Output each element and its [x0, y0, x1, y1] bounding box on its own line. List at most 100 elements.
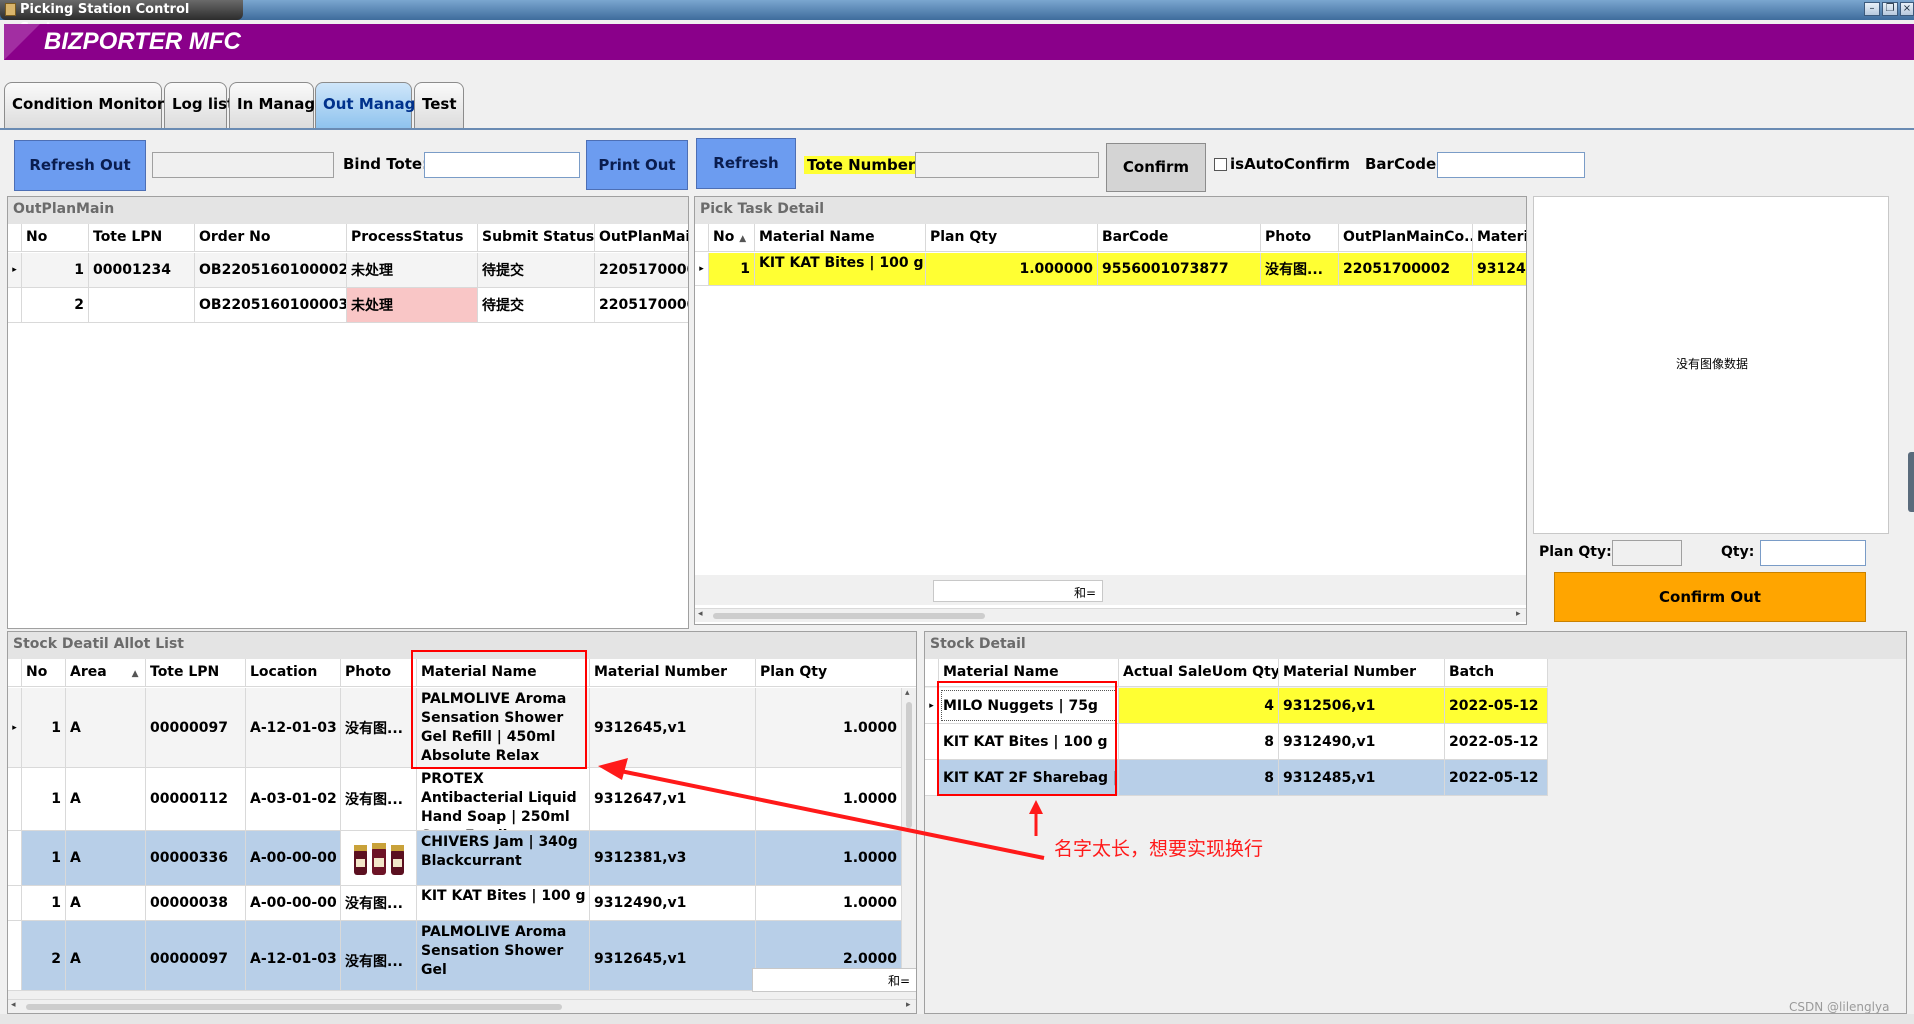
cell-process-status: 未处理	[347, 253, 478, 287]
scroll-right-icon[interactable]: ▸	[906, 1000, 911, 1010]
tab-out-manage[interactable]: Out Manage	[315, 82, 426, 128]
col-area-label: Area	[70, 664, 107, 680]
cell-batch: 2022-05-12	[1445, 724, 1548, 759]
qty-label: Qty:	[1721, 544, 1755, 560]
tab-condition-monitoring[interactable]: Condition Monitorin	[4, 82, 180, 128]
tote-number-label: Tote Number:	[804, 156, 925, 174]
tab-in-manage[interactable]: In Manage	[229, 82, 325, 128]
barcode-input[interactable]	[1437, 152, 1585, 178]
col-plan-qty[interactable]: Plan Qty	[756, 659, 916, 687]
col-material-number[interactable]: Materia	[1473, 224, 1526, 252]
vertical-scrollbar[interactable]: ▴ ▾	[902, 688, 916, 993]
restore-icon[interactable]: ❐	[1882, 2, 1898, 16]
col-no[interactable]: No ▲	[709, 224, 755, 252]
tab-test[interactable]: Test	[414, 82, 464, 128]
scrollbar-thumb[interactable]	[26, 1004, 562, 1010]
col-material-number[interactable]: Material Number	[1279, 659, 1445, 687]
col-material-number[interactable]: Material Number	[590, 659, 756, 687]
annotation-text: 名字太长，想要实现换行	[1054, 838, 1264, 860]
col-photo[interactable]: Photo	[1261, 224, 1339, 252]
col-photo[interactable]: Photo	[341, 659, 417, 687]
col-outplanmain-code[interactable]: OutPlanMainC	[595, 224, 688, 252]
cell-outplanmain-code: 22051700003	[595, 288, 688, 322]
auto-confirm-checkbox[interactable]	[1214, 158, 1227, 171]
scrollbar-thumb[interactable]	[713, 613, 985, 619]
scroll-left-icon[interactable]: ◂	[11, 1000, 16, 1010]
sum-field: 和=	[752, 968, 916, 992]
no-image-text: 没有图像数据	[1675, 357, 1748, 371]
col-barcode[interactable]: BarCode	[1098, 224, 1261, 252]
confirm-pass-button[interactable]: Confirm Pass	[1106, 143, 1206, 223]
cell-material-name: KIT KAT Bites | 100 g	[755, 253, 926, 285]
cell-tote-lpn	[89, 288, 195, 322]
scroll-up-icon[interactable]: ▴	[905, 688, 910, 698]
col-tote-lpn[interactable]: Tote LPN	[146, 659, 246, 687]
col-tote-lpn[interactable]: Tote LPN	[89, 224, 195, 252]
cell-plan-qty: 1.000000	[926, 253, 1098, 285]
col-location[interactable]: Location	[246, 659, 341, 687]
window-title-bar: Picking Station Control System – ❐ ×	[0, 0, 1914, 36]
cell-area: A	[66, 688, 146, 767]
cell-outplanmain-code: 22051700002	[595, 253, 688, 287]
table-row[interactable]: 2 OB2205160100003 未处理 待提交 22051700003	[8, 288, 688, 323]
col-plan-qty[interactable]: Plan Qty	[926, 224, 1098, 252]
cell-plan-qty: 1.0000	[756, 886, 902, 920]
table-row[interactable]: 1 A 00000038 A-00-00-00 没有图... KIT KAT B…	[8, 886, 902, 921]
tote-number-input[interactable]	[915, 152, 1099, 178]
col-batch[interactable]: Batch	[1445, 659, 1548, 687]
minimize-icon[interactable]: –	[1864, 2, 1880, 16]
col-order-no[interactable]: Order No	[195, 224, 347, 252]
scroll-right-icon[interactable]: ▸	[1516, 609, 1521, 619]
cell-material-number: 9312645,v1	[590, 921, 756, 990]
col-material-name[interactable]: Material Name	[755, 224, 926, 252]
cell-no: 1	[22, 768, 66, 830]
cell-photo: 没有图...	[341, 886, 417, 920]
refresh-button[interactable]: Refresh	[696, 138, 796, 189]
cell-plan-qty: 1.0000	[756, 688, 902, 767]
barcode-label: BarCode:	[1365, 155, 1443, 173]
cell-batch: 2022-05-12	[1445, 760, 1548, 795]
cell-actual-qty: 8	[1119, 724, 1279, 759]
table-row[interactable]: 1 A 00000112 A-03-01-02 没有图... PROTEX An…	[8, 768, 902, 831]
scroll-left-icon[interactable]: ◂	[698, 609, 703, 619]
col-submit-status[interactable]: Submit Status	[478, 224, 595, 252]
tab-log-list[interactable]: Log list	[164, 82, 234, 128]
print-out-info-button[interactable]: Print Out Info	[586, 140, 688, 222]
col-actual-saleuom-qty[interactable]: Actual SaleUom Qty	[1119, 659, 1279, 687]
col-no[interactable]: No	[22, 659, 66, 687]
col-no[interactable]: No	[22, 224, 89, 252]
cell-area: A	[66, 831, 146, 885]
cell-material-number: 9312485,v1	[1279, 760, 1445, 795]
col-process-status[interactable]: ProcessStatus ▲	[347, 224, 478, 252]
cell-area: A	[66, 886, 146, 920]
close-icon[interactable]: ×	[1900, 2, 1914, 16]
horizontal-scrollbar[interactable]: ◂ ▸	[8, 999, 916, 1013]
cell-material-number: 9312381,v3	[590, 831, 756, 885]
cell-no: 1	[22, 886, 66, 920]
out-plan-input[interactable]	[152, 152, 334, 178]
cell-tote-lpn: 00000336	[146, 831, 246, 885]
sort-asc-icon: ▲	[131, 669, 139, 679]
cell-material-number: 9312645,v1	[590, 688, 756, 767]
table-row[interactable]: ▸ 1 00001234 OB2205160100002 未处理 待提交 220…	[8, 253, 688, 288]
refresh-out-plan-button[interactable]: Refresh Out Plan	[14, 140, 146, 223]
tab-divider	[0, 128, 1914, 130]
current-row-icon: ▸	[8, 688, 22, 767]
qty-input[interactable]	[1760, 540, 1866, 566]
cell-location: A-00-00-00	[246, 886, 341, 920]
brand-banner: BIZPORTER MFC	[4, 24, 1914, 60]
horizontal-scrollbar[interactable]: ◂ ▸	[695, 608, 1526, 622]
plan-qty-input[interactable]	[1612, 540, 1682, 566]
bind-tote-input[interactable]	[424, 152, 580, 178]
confirm-out-button[interactable]: Confirm Out	[1554, 572, 1866, 622]
status-strip	[0, 1014, 1914, 1024]
table-row[interactable]: ▸ 1 KIT KAT Bites | 100 g 1.000000 95560…	[695, 253, 1526, 286]
col-outplanmain-code[interactable]: OutPlanMainCo...	[1339, 224, 1473, 252]
scrollbar-thumb[interactable]	[906, 702, 912, 828]
cell-tote-lpn: 00000097	[146, 921, 246, 990]
cell-tote-lpn: 00000112	[146, 768, 246, 830]
side-splitter-handle[interactable]	[1908, 452, 1914, 512]
cell-material-name: PALMOLIVE Aroma Sensation Shower Gel	[417, 921, 590, 990]
table-row[interactable]: 1 A 00000336 A-00-00-00 CHIVERS Jam | 34…	[8, 831, 902, 886]
col-area[interactable]: Area ▲	[66, 659, 146, 687]
